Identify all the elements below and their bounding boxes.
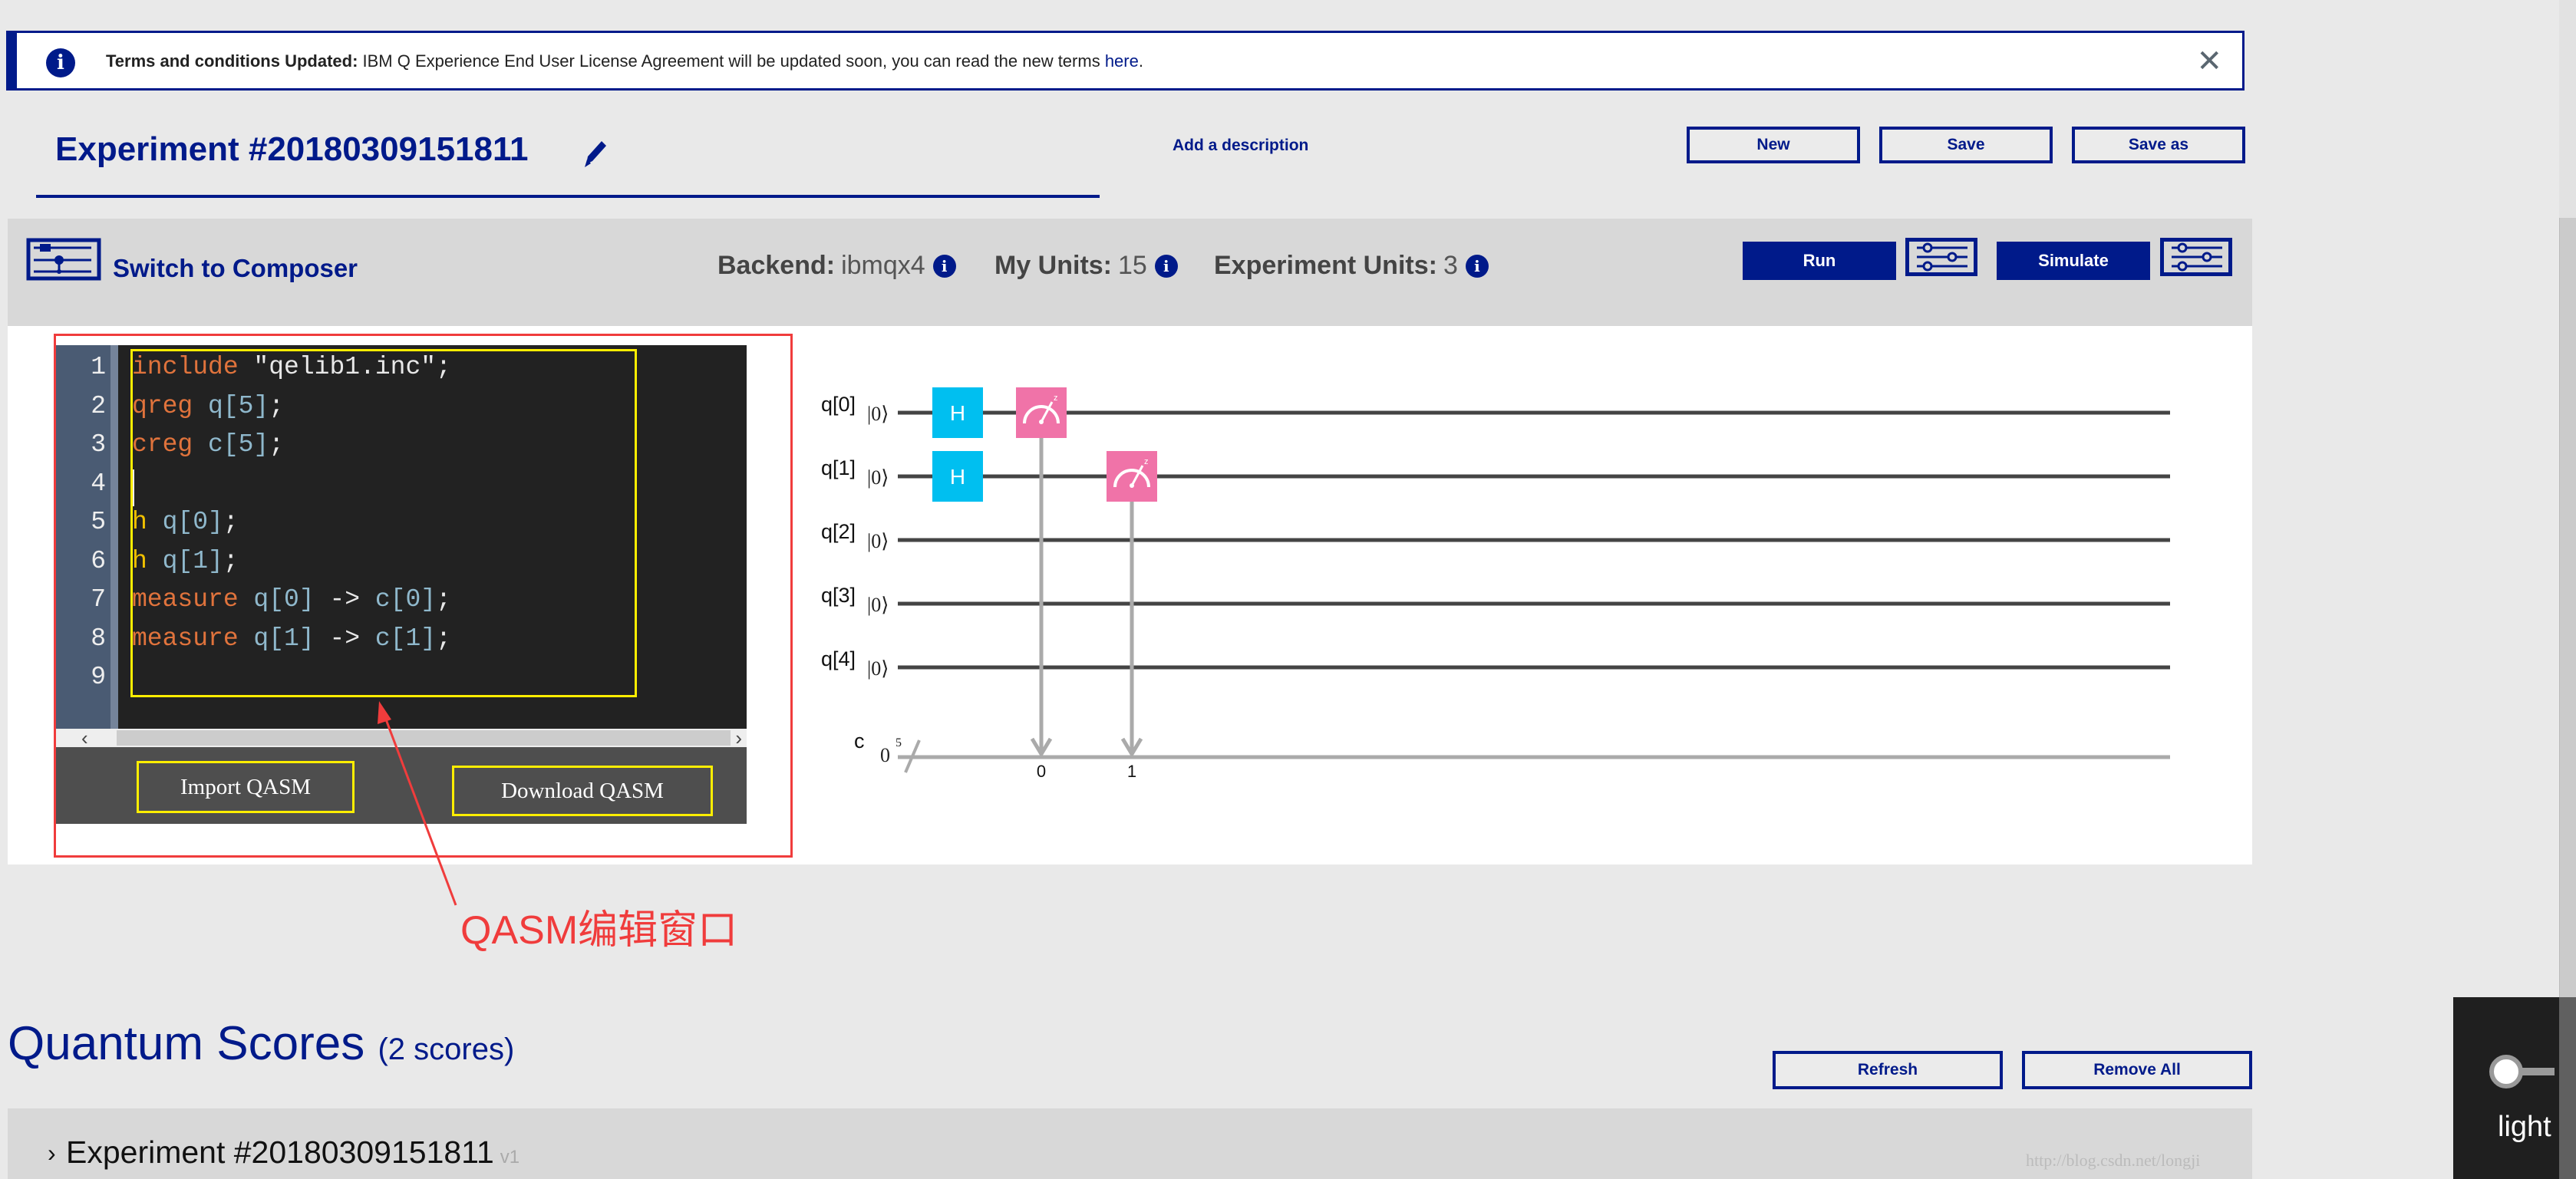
theme-toggle-label: light xyxy=(2498,1111,2551,1143)
save-button[interactable]: Save xyxy=(1879,127,2053,163)
backend-info: Backend: ibmqx4 i xyxy=(717,251,956,281)
score-list-item[interactable]: › Experiment #20180309151811 v1 xyxy=(8,1108,2252,1179)
info-icon[interactable]: i xyxy=(1154,254,1178,278)
chevron-right-icon[interactable]: › xyxy=(48,1139,56,1167)
z-basis-label: z xyxy=(1054,394,1058,403)
toggle-knob[interactable] xyxy=(2489,1055,2523,1088)
meter-pivot xyxy=(1039,420,1044,424)
classical-register-label: c xyxy=(854,729,865,753)
experiment-toolbar: Switch to Composer Backend: ibmqx4 i My … xyxy=(8,219,2252,326)
switch-to-composer-link[interactable]: Switch to Composer xyxy=(113,254,358,283)
backend-value: ibmqx4 xyxy=(841,251,925,280)
notification-banner: i Terms and conditions Updated: IBM Q Ex… xyxy=(6,31,2245,91)
backend-label: Backend: xyxy=(717,251,836,280)
classical-bit-index: 0 xyxy=(1037,762,1046,781)
simulate-settings-button[interactable] xyxy=(2160,238,2232,276)
classical-bit-index: 1 xyxy=(1127,762,1136,781)
toggle-track[interactable] xyxy=(2521,1068,2555,1075)
sliders-icon xyxy=(1917,242,1967,272)
refresh-button[interactable]: Refresh xyxy=(1773,1051,2003,1089)
gate-label: H xyxy=(950,401,965,425)
experiment-units-label: Experiment Units: xyxy=(1214,251,1437,280)
quantum-circuit[interactable]: q[0] |0⟩q[1] |0⟩q[2] |0⟩q[3] |0⟩q[4] |0⟩c05HH… xyxy=(798,326,2252,864)
z-basis-label: z xyxy=(1144,457,1149,466)
qubit-label: q[0] xyxy=(821,393,856,416)
ket-label: |0⟩ xyxy=(867,657,889,680)
my-units-label: My Units: xyxy=(994,251,1112,280)
info-icon[interactable]: i xyxy=(932,254,956,278)
scores-title: Quantum Scores xyxy=(8,1017,365,1070)
remove-all-button[interactable]: Remove All xyxy=(2022,1051,2252,1089)
experiment-title[interactable]: Experiment #20180309151811 xyxy=(55,130,529,169)
run-button[interactable]: Run xyxy=(1743,242,1896,280)
my-units-info: My Units: 15 i xyxy=(994,251,1178,281)
terms-link[interactable]: here xyxy=(1105,51,1139,71)
ket-label: |0⟩ xyxy=(867,403,889,425)
simulate-button[interactable]: Simulate xyxy=(1997,242,2150,280)
ket-label: |0⟩ xyxy=(867,530,889,552)
add-description-link[interactable]: Add a description xyxy=(1173,137,1308,155)
score-version: v1 xyxy=(500,1147,520,1167)
experiment-units-value: 3 xyxy=(1443,251,1458,280)
save-as-button[interactable]: Save as xyxy=(2072,127,2245,163)
score-experiment-name: Experiment #20180309151811 v1 xyxy=(66,1135,519,1171)
watermark: http://blog.csdn.net/longji xyxy=(2026,1151,2201,1170)
banner-text: IBM Q Experience End User License Agreem… xyxy=(358,51,1105,71)
banner-message: Terms and conditions Updated: IBM Q Expe… xyxy=(106,51,1143,71)
gate-label: H xyxy=(950,465,965,489)
experiment-units-info: Experiment Units: 3 i xyxy=(1214,251,1489,281)
theme-toggle-panel[interactable]: light xyxy=(2453,997,2559,1179)
quantum-scores-heading: Quantum Scores (2 scores) xyxy=(8,1016,514,1071)
score-name-text: Experiment #20180309151811 xyxy=(66,1135,494,1170)
banner-tail: . xyxy=(1138,51,1143,71)
qubit-label: q[1] xyxy=(821,456,856,479)
new-button[interactable]: New xyxy=(1687,127,1860,163)
title-underline xyxy=(36,195,1100,198)
info-icon[interactable]: i xyxy=(1465,254,1489,278)
pencil-icon[interactable] xyxy=(580,135,611,170)
qubit-label: q[3] xyxy=(821,584,856,607)
measurement-gate[interactable] xyxy=(1016,387,1067,438)
measurement-gate[interactable] xyxy=(1107,451,1157,502)
classical-width: 5 xyxy=(895,736,902,749)
run-settings-button[interactable] xyxy=(1905,238,1977,276)
annotation-arrow xyxy=(378,701,457,906)
close-icon[interactable]: ✕ xyxy=(2196,44,2222,79)
info-icon: i xyxy=(46,48,75,77)
ket-label: |0⟩ xyxy=(867,594,889,616)
sliders-icon xyxy=(2172,242,2222,272)
qubit-label: q[2] xyxy=(821,520,856,543)
side-strip xyxy=(2559,997,2576,1179)
banner-bold-text: Terms and conditions Updated: xyxy=(106,51,358,71)
qubit-label: q[4] xyxy=(821,647,856,670)
annotation-label: QASM编辑窗口 xyxy=(460,908,738,953)
my-units-value: 15 xyxy=(1118,251,1147,280)
ket-label: |0⟩ xyxy=(867,466,889,489)
scores-count: (2 scores) xyxy=(378,1032,515,1066)
composer-icon[interactable] xyxy=(26,238,101,281)
classical-init: 0 xyxy=(880,744,890,766)
meter-pivot xyxy=(1130,483,1134,488)
